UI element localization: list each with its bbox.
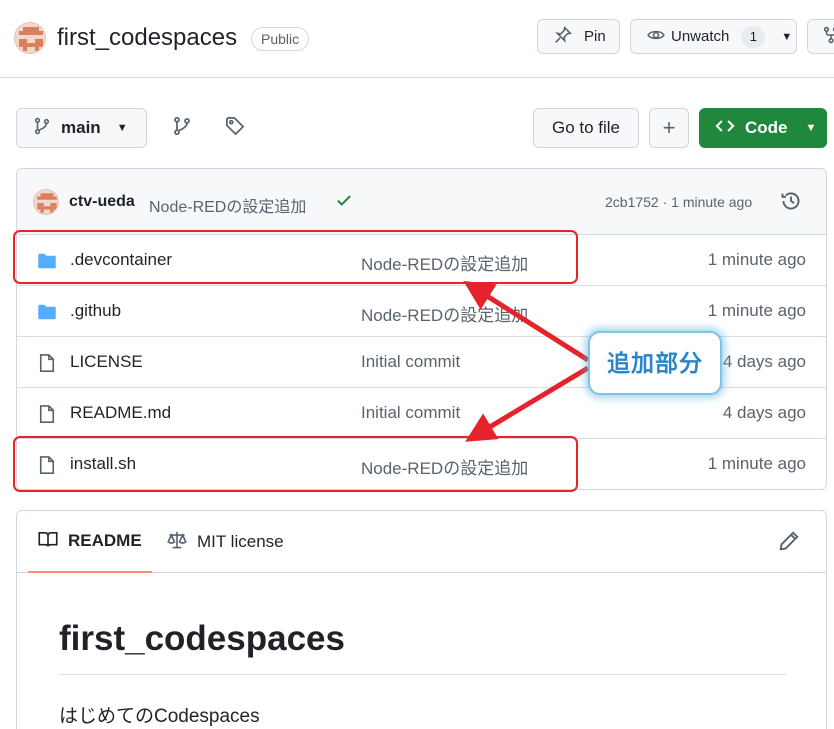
branches-icon xyxy=(172,116,192,141)
file-commit-link[interactable]: Initial commit xyxy=(361,352,460,372)
latest-commit-bar: ctv-ueda Node-REDの設定追加 2cb1752 · 1 minut… xyxy=(17,169,826,235)
code-button[interactable]: Code ▼ xyxy=(699,108,827,148)
caret-down-icon: ▼ xyxy=(781,30,793,43)
code-icon xyxy=(715,116,735,141)
unwatch-label: Unwatch xyxy=(671,28,730,45)
readme-description: はじめてのCodespaces xyxy=(59,706,260,727)
annotation-callout: 追加部分 xyxy=(588,331,722,395)
file-commit-link[interactable]: Node-REDの設定追加 xyxy=(361,454,528,479)
repo-header: first_codespaces Public Pin Unwatch 1 ▼ xyxy=(0,0,834,78)
branches-link[interactable] xyxy=(170,116,194,140)
law-icon xyxy=(167,530,187,555)
file-name-link[interactable]: LICENSE xyxy=(70,352,143,372)
file-age: 1 minute ago xyxy=(707,301,806,320)
file-age: 1 minute ago xyxy=(707,454,806,473)
file-name-link[interactable]: .github xyxy=(70,301,121,321)
readme-tabs: README MIT license xyxy=(17,511,826,573)
file-row[interactable]: .github Node-REDの設定追加 1 minute ago xyxy=(17,286,826,337)
unwatch-button[interactable]: Unwatch 1 ▼ xyxy=(630,19,797,54)
book-icon xyxy=(38,529,58,554)
tag-icon xyxy=(225,116,245,141)
pin-icon xyxy=(554,25,572,48)
file-age: 1 minute ago xyxy=(707,250,806,269)
commit-author-link[interactable]: ctv-ueda xyxy=(69,193,135,211)
author-avatar[interactable] xyxy=(33,189,59,215)
commit-hash-time[interactable]: 2cb1752 · 1 minute ago xyxy=(605,194,752,210)
file-row[interactable]: install.sh Node-REDの設定追加 1 minute ago xyxy=(17,439,826,489)
file-row[interactable]: README.md Initial commit 4 days ago xyxy=(17,388,826,439)
file-icon xyxy=(37,455,57,475)
check-icon[interactable] xyxy=(335,191,353,214)
tab-license[interactable]: MIT license xyxy=(167,511,284,573)
branch-icon xyxy=(33,117,51,140)
fork-icon xyxy=(822,26,834,48)
pencil-icon[interactable] xyxy=(778,530,800,557)
file-icon xyxy=(37,404,57,424)
file-commit-link[interactable]: Node-REDの設定追加 xyxy=(361,301,528,326)
tab-readme-label: README xyxy=(68,531,142,550)
branch-selector[interactable]: main ▼ xyxy=(16,108,147,148)
file-commit-link[interactable]: Node-REDの設定追加 xyxy=(361,250,528,275)
branch-name: main xyxy=(61,118,101,137)
commit-message-link[interactable]: Node-REDの設定追加 xyxy=(149,193,306,217)
file-name-link[interactable]: .devcontainer xyxy=(70,250,172,270)
file-age: 4 days ago xyxy=(722,403,806,422)
file-age: 4 days ago xyxy=(722,352,806,371)
go-to-file-button[interactable]: Go to file xyxy=(533,108,639,148)
pin-button[interactable]: Pin xyxy=(537,19,620,54)
folder-icon xyxy=(37,302,57,322)
file-row[interactable]: .devcontainer Node-REDの設定追加 1 minute ago xyxy=(17,235,826,286)
tags-link[interactable] xyxy=(223,116,247,140)
file-name-link[interactable]: README.md xyxy=(70,403,171,423)
readme-panel: README MIT license first_codespaces はじめて… xyxy=(16,510,827,729)
watch-count-badge: 1 xyxy=(741,25,766,48)
eye-icon xyxy=(647,26,665,48)
file-table: ctv-ueda Node-REDの設定追加 2cb1752 · 1 minut… xyxy=(16,168,827,490)
owner-avatar[interactable] xyxy=(14,22,46,54)
tab-license-label: MIT license xyxy=(197,532,284,551)
pin-label: Pin xyxy=(584,28,606,45)
file-name-link[interactable]: install.sh xyxy=(70,454,136,474)
add-file-button[interactable]: + xyxy=(649,108,689,148)
repo-name-link[interactable]: first_codespaces xyxy=(57,24,237,52)
folder-icon xyxy=(37,251,57,271)
heading-divider xyxy=(59,674,786,675)
caret-down-icon: ▼ xyxy=(116,122,128,134)
tab-readme[interactable]: README xyxy=(28,511,152,573)
fork-button[interactable] xyxy=(807,19,834,54)
file-commit-link[interactable]: Initial commit xyxy=(361,403,460,423)
file-icon xyxy=(37,353,57,373)
visibility-badge: Public xyxy=(251,27,310,51)
code-label: Code xyxy=(745,118,788,137)
history-icon[interactable] xyxy=(780,190,802,217)
readme-heading: first_codespaces xyxy=(59,619,345,658)
caret-down-icon: ▼ xyxy=(805,122,817,134)
